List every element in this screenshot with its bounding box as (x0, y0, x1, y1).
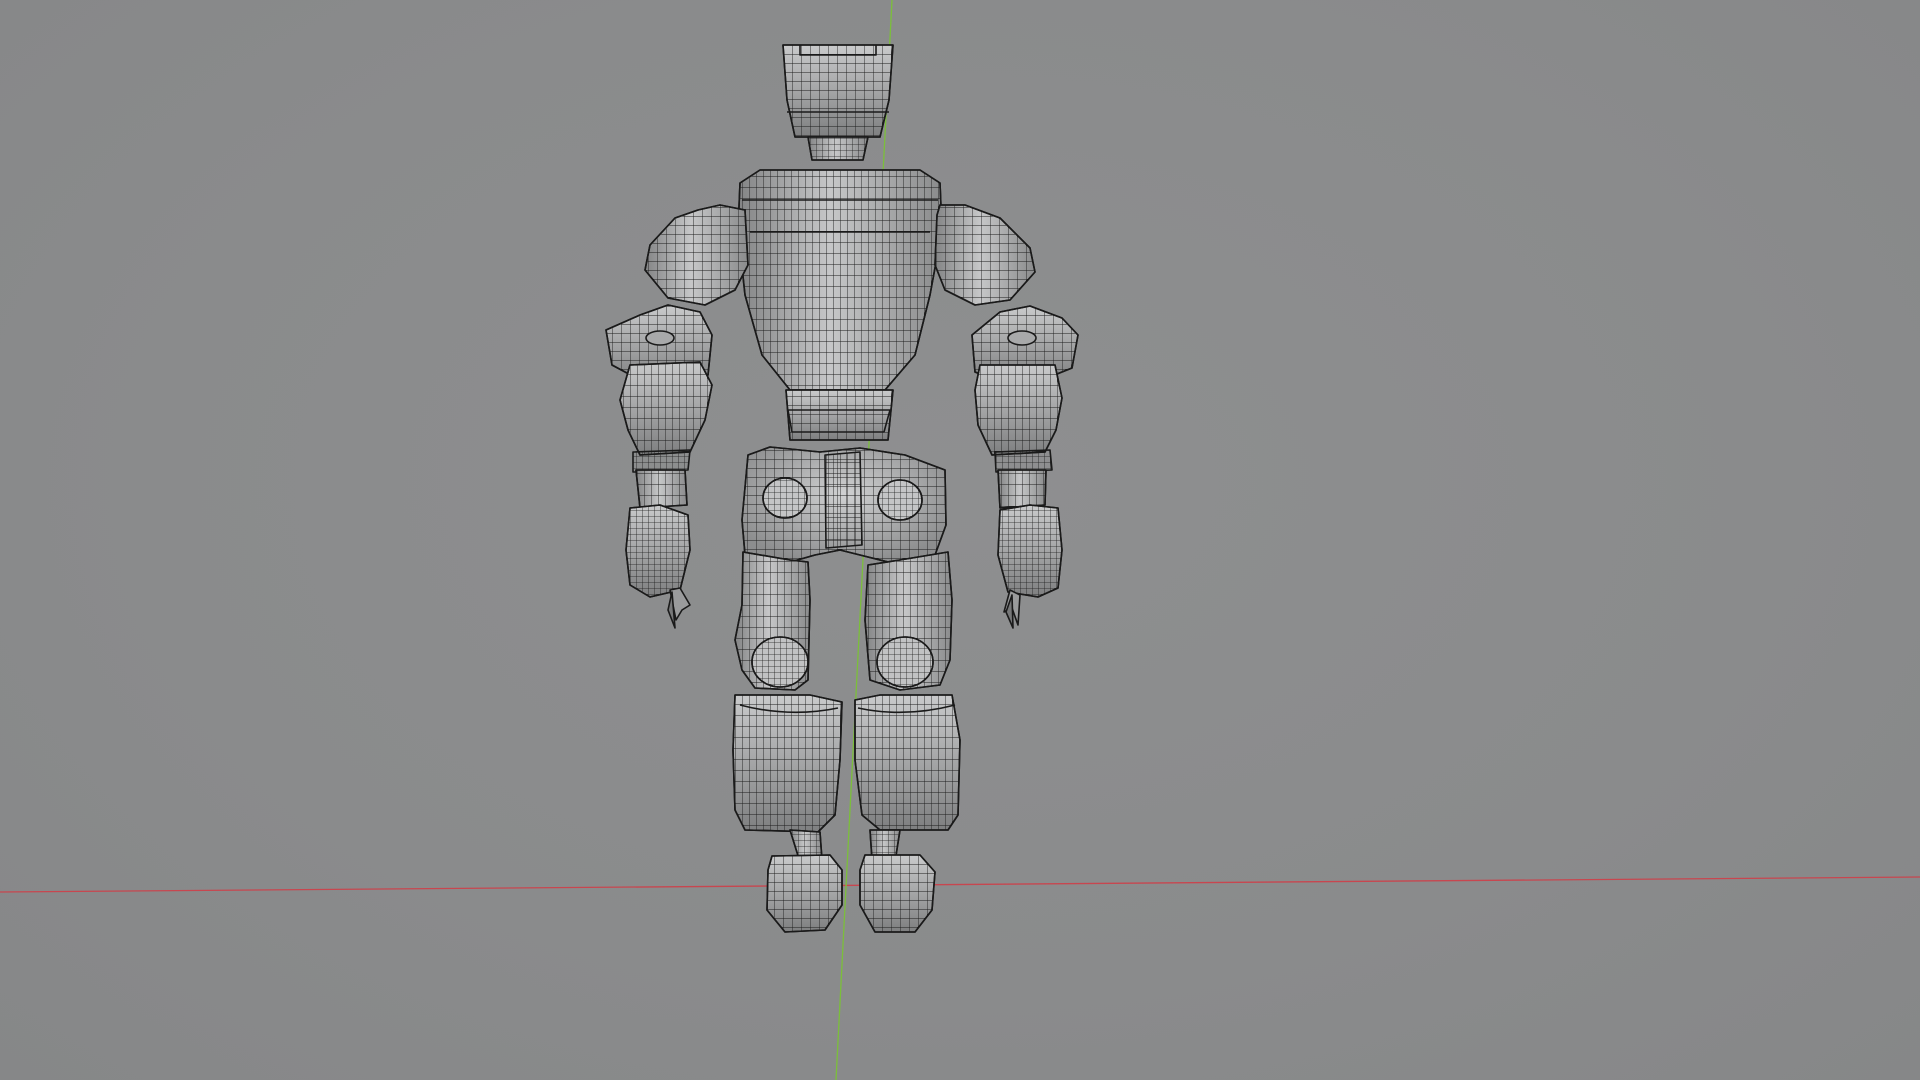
robot-head[interactable] (782, 44, 894, 161)
robot-torso[interactable] (737, 169, 943, 441)
robot-left-arm[interactable] (605, 204, 749, 629)
robot-right-leg[interactable] (854, 551, 961, 933)
robot-mesh[interactable] (605, 44, 1079, 933)
robot-pelvis[interactable] (741, 446, 947, 566)
robot-left-leg[interactable] (732, 551, 843, 933)
x-axis-line (0, 876, 1920, 893)
robot-right-arm[interactable] (934, 204, 1079, 629)
viewport-canvas[interactable] (0, 0, 1920, 1080)
3d-viewport[interactable] (0, 0, 1920, 1080)
